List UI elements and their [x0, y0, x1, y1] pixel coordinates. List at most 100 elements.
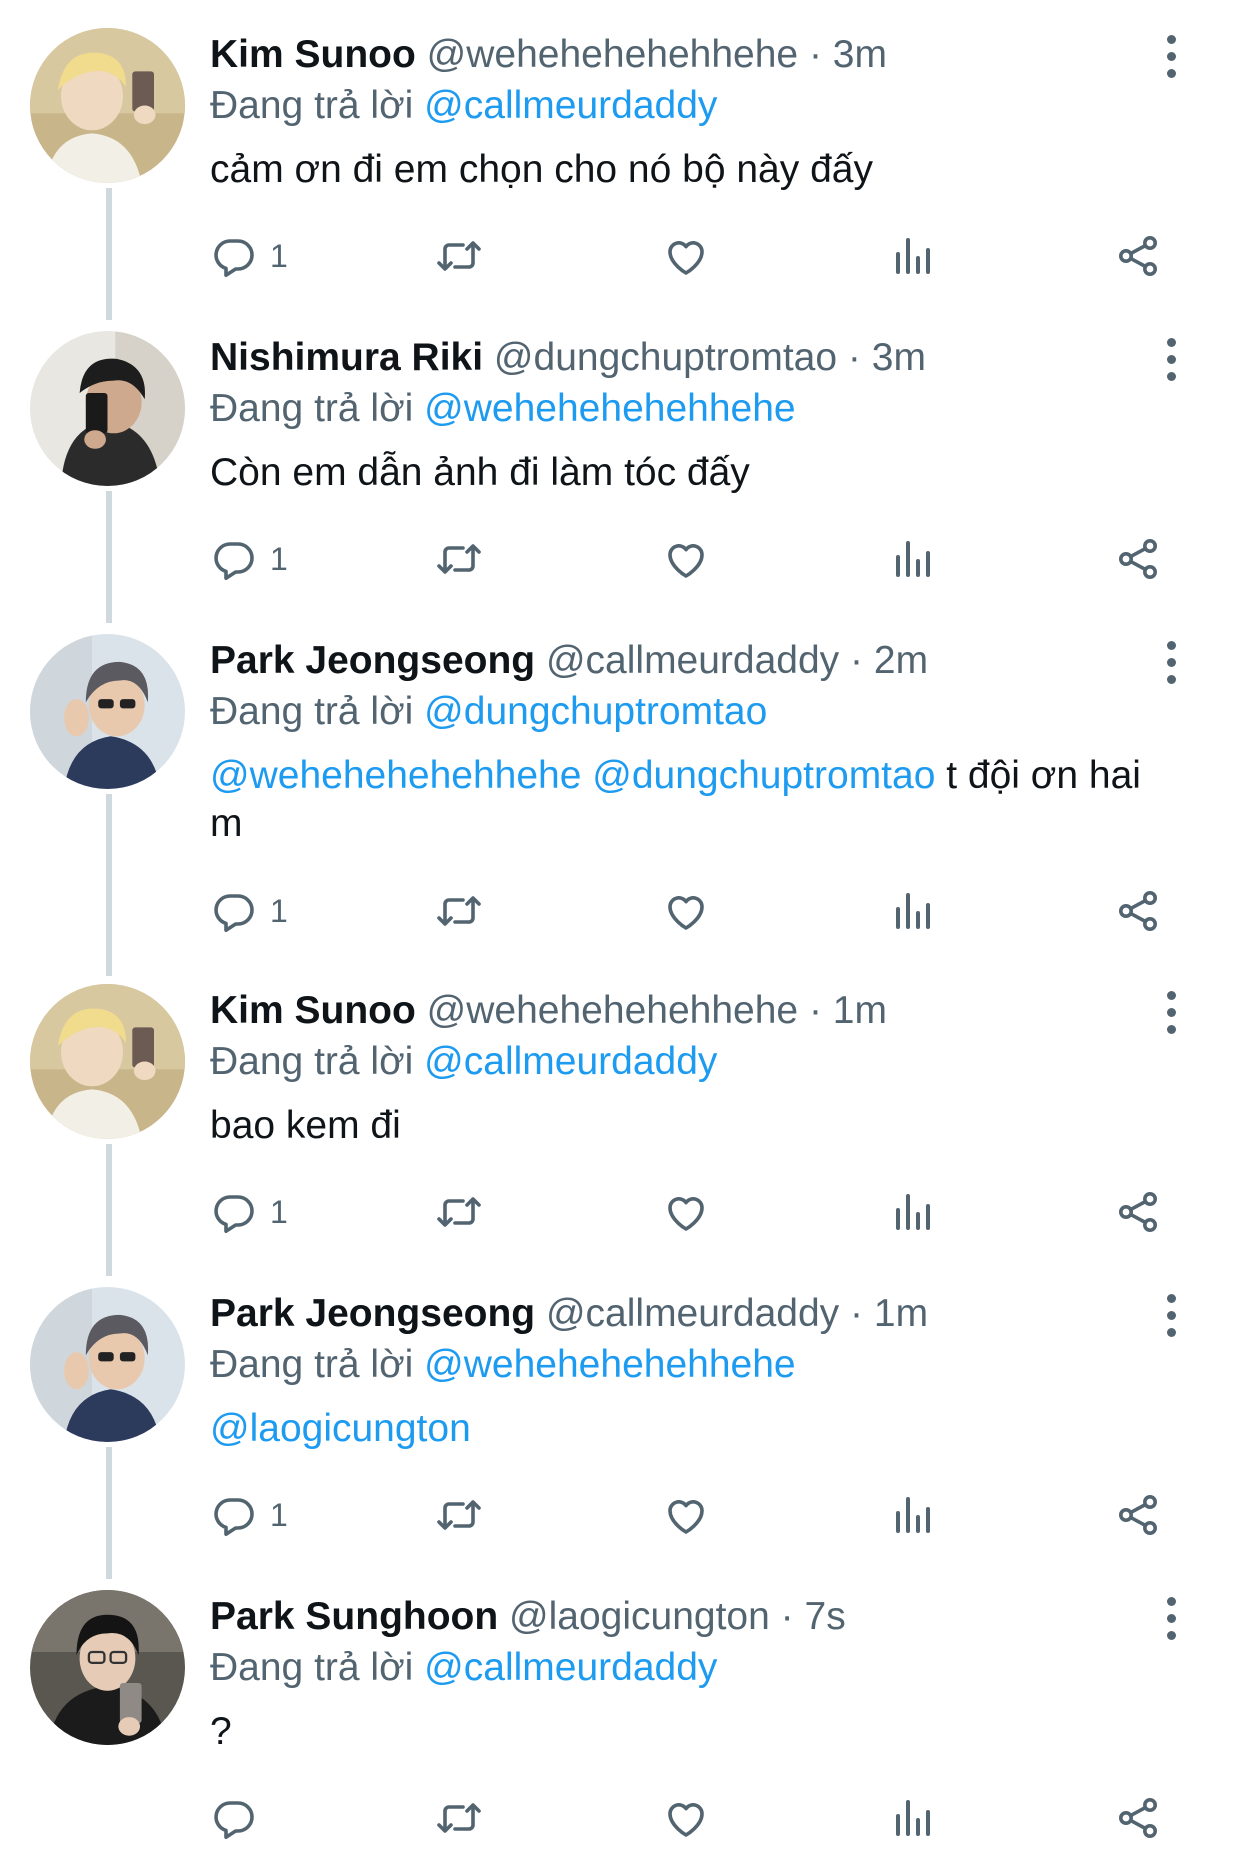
tweet-text: cảm ơn đi em chọn cho nó bộ này đấy	[210, 148, 873, 191]
like-button[interactable]	[662, 1182, 710, 1242]
retweet-button[interactable]	[435, 1182, 483, 1242]
avatar[interactable]	[30, 634, 185, 789]
avatar[interactable]	[30, 331, 185, 486]
views-icon	[888, 1491, 936, 1539]
avatar[interactable]	[30, 984, 185, 1139]
author-name[interactable]: Park Jeongseong	[210, 639, 535, 682]
share-icon	[1114, 1188, 1162, 1236]
views-button[interactable]	[888, 881, 936, 941]
replying-to: Đang trả lời @wehehehehehhehe	[210, 383, 796, 435]
like-button[interactable]	[662, 1485, 710, 1545]
reply-button[interactable]	[210, 1788, 270, 1848]
author-name[interactable]: Kim Sunoo	[210, 989, 416, 1032]
text-mention[interactable]: @dungchuptromtao	[592, 754, 935, 797]
like-button[interactable]	[662, 226, 710, 286]
reply-button[interactable]: 1	[210, 226, 288, 286]
more-icon[interactable]	[1156, 30, 1186, 82]
separator: ·	[850, 639, 864, 682]
views-button[interactable]	[888, 529, 936, 589]
views-button[interactable]	[888, 1182, 936, 1242]
park-sunghoon-avatar	[30, 1590, 185, 1745]
share-button[interactable]	[1114, 529, 1162, 589]
retweet-icon	[435, 232, 483, 280]
share-button[interactable]	[1114, 1485, 1162, 1545]
text-mention[interactable]: @wehehehehehhehe	[210, 754, 581, 797]
timestamp[interactable]: 1m	[833, 989, 887, 1032]
timestamp[interactable]: 3m	[872, 336, 926, 379]
replying-label: Đang trả lời	[210, 1343, 414, 1386]
replying-mention[interactable]: @callmeurdaddy	[424, 1646, 717, 1689]
author-name[interactable]: Park Sunghoon	[210, 1595, 498, 1638]
timestamp[interactable]: 3m	[833, 33, 887, 76]
author-name[interactable]: Kim Sunoo	[210, 33, 416, 76]
more-icon[interactable]	[1156, 986, 1186, 1038]
tweet-header: Nishimura Riki @dungchuptromtao · 3m	[210, 333, 926, 383]
replying-label: Đang trả lời	[210, 1040, 414, 1083]
more-icon[interactable]	[1156, 1289, 1186, 1341]
reply-button[interactable]: 1	[210, 881, 288, 941]
more-icon[interactable]	[1156, 333, 1186, 385]
share-icon	[1114, 1794, 1162, 1842]
author-handle[interactable]: @laogicungton	[509, 1595, 770, 1638]
views-button[interactable]	[888, 1788, 936, 1848]
tweet[interactable]: Nishimura Riki @dungchuptromtao · 3m Đan…	[0, 303, 1234, 606]
retweet-button[interactable]	[435, 226, 483, 286]
tweet-text: @laogicungton	[210, 1405, 1170, 1453]
avatar[interactable]	[30, 1590, 185, 1745]
tweet[interactable]: Kim Sunoo @wehehehehehhehe · 3m Đang trả…	[0, 0, 1234, 303]
reply-button[interactable]: 1	[210, 1485, 288, 1545]
replying-mention[interactable]: @callmeurdaddy	[424, 1040, 717, 1083]
author-name[interactable]: Nishimura Riki	[210, 336, 483, 379]
retweet-icon	[435, 1794, 483, 1842]
like-button[interactable]	[662, 1788, 710, 1848]
share-button[interactable]	[1114, 226, 1162, 286]
tweet-text: ?	[210, 1710, 232, 1753]
action-bar: 1	[210, 881, 1190, 941]
reply-icon	[210, 1491, 258, 1539]
share-button[interactable]	[1114, 1788, 1162, 1848]
author-name[interactable]: Park Jeongseong	[210, 1292, 535, 1335]
replying-label: Đang trả lời	[210, 84, 414, 127]
retweet-icon	[435, 1188, 483, 1236]
park-jeongseong-avatar	[30, 634, 185, 789]
more-icon[interactable]	[1156, 1592, 1186, 1644]
retweet-button[interactable]	[435, 881, 483, 941]
like-button[interactable]	[662, 529, 710, 589]
tweet[interactable]: Park Jeongseong @callmeurdaddy · 1m Đang…	[0, 1259, 1234, 1562]
views-button[interactable]	[888, 226, 936, 286]
author-handle[interactable]: @callmeurdaddy	[546, 1292, 839, 1335]
timestamp[interactable]: 2m	[874, 639, 928, 682]
author-handle[interactable]: @wehehehehehhehe	[427, 989, 798, 1032]
author-handle[interactable]: @dungchuptromtao	[494, 336, 837, 379]
author-handle[interactable]: @wehehehehehhehe	[427, 33, 798, 76]
author-handle[interactable]: @callmeurdaddy	[546, 639, 839, 682]
share-icon	[1114, 535, 1162, 583]
text-mention[interactable]: @laogicungton	[210, 1407, 471, 1450]
timestamp[interactable]: 1m	[874, 1292, 928, 1335]
tweet[interactable]: Park Jeongseong @callmeurdaddy · 2m Đang…	[0, 606, 1234, 959]
reply-button[interactable]: 1	[210, 529, 288, 589]
tweet[interactable]: Kim Sunoo @wehehehehehhehe · 1m Đang trả…	[0, 956, 1234, 1259]
timestamp[interactable]: 7s	[805, 1595, 846, 1638]
like-button[interactable]	[662, 881, 710, 941]
tweet[interactable]: Park Sunghoon @laogicungton · 7s Đang tr…	[0, 1562, 1234, 1865]
share-button[interactable]	[1114, 1182, 1162, 1242]
replying-mention[interactable]: @wehehehehehhehe	[424, 1343, 795, 1386]
views-icon	[888, 887, 936, 935]
reply-button[interactable]: 1	[210, 1182, 288, 1242]
reply-icon	[210, 1188, 258, 1236]
retweet-button[interactable]	[435, 1485, 483, 1545]
retweet-button[interactable]	[435, 1788, 483, 1848]
tweet-text: @wehehehehehhehe @dungchuptromtao t đội …	[210, 752, 1170, 848]
retweet-button[interactable]	[435, 529, 483, 589]
replying-mention[interactable]: @wehehehehehhehe	[424, 387, 795, 430]
like-icon	[662, 232, 710, 280]
more-icon[interactable]	[1156, 636, 1186, 688]
replying-mention[interactable]: @dungchuptromtao	[424, 690, 767, 733]
share-button[interactable]	[1114, 881, 1162, 941]
avatar[interactable]	[30, 28, 185, 183]
reply-count: 1	[270, 892, 288, 929]
avatar[interactable]	[30, 1287, 185, 1442]
views-button[interactable]	[888, 1485, 936, 1545]
replying-mention[interactable]: @callmeurdaddy	[424, 84, 717, 127]
